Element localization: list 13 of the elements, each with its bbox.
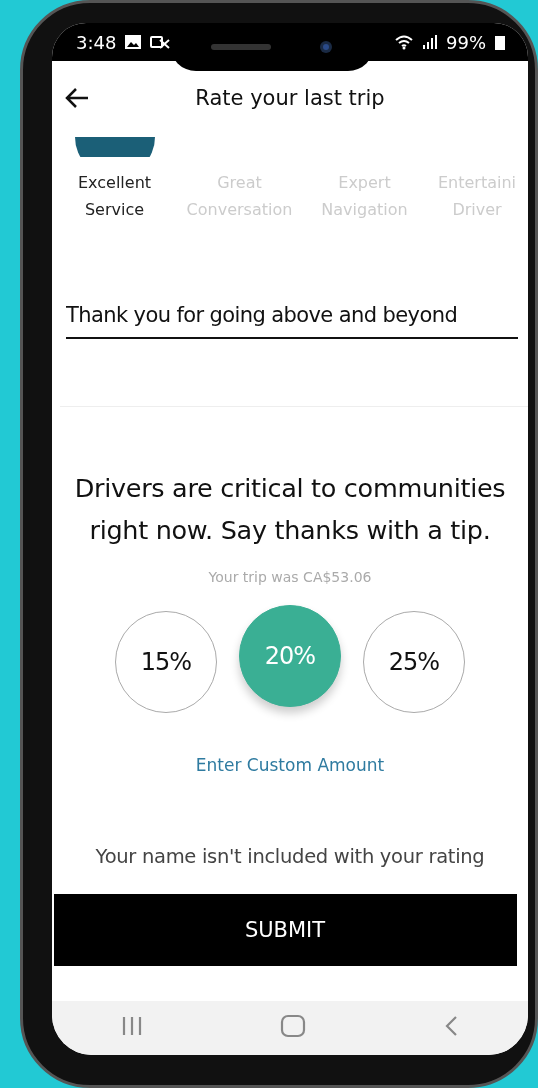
compliment-label: Excellent Service xyxy=(77,172,152,221)
custom-amount-link[interactable]: Enter Custom Amount xyxy=(195,755,385,775)
tip-option[interactable]: 15% xyxy=(115,611,217,713)
privacy-notice: Your name isn't included with your rating xyxy=(95,845,485,868)
page-title: Rate your last trip xyxy=(195,86,385,110)
tip-option[interactable]: 25% xyxy=(363,611,465,713)
clock-time: 3:48 xyxy=(76,31,117,53)
trip-fare: Your trip was CA$53.06 xyxy=(208,569,372,585)
tip-headline: Drivers are critical to communities right now. Say thanks with a tip. xyxy=(73,472,507,547)
comment-field[interactable]: Thank you for going above and beyond xyxy=(66,297,518,339)
compliment-option[interactable]: Excellent Service xyxy=(52,125,177,245)
battery-percentage: 99% xyxy=(446,31,486,53)
submit-button[interactable]: SUBMIT xyxy=(53,894,517,966)
